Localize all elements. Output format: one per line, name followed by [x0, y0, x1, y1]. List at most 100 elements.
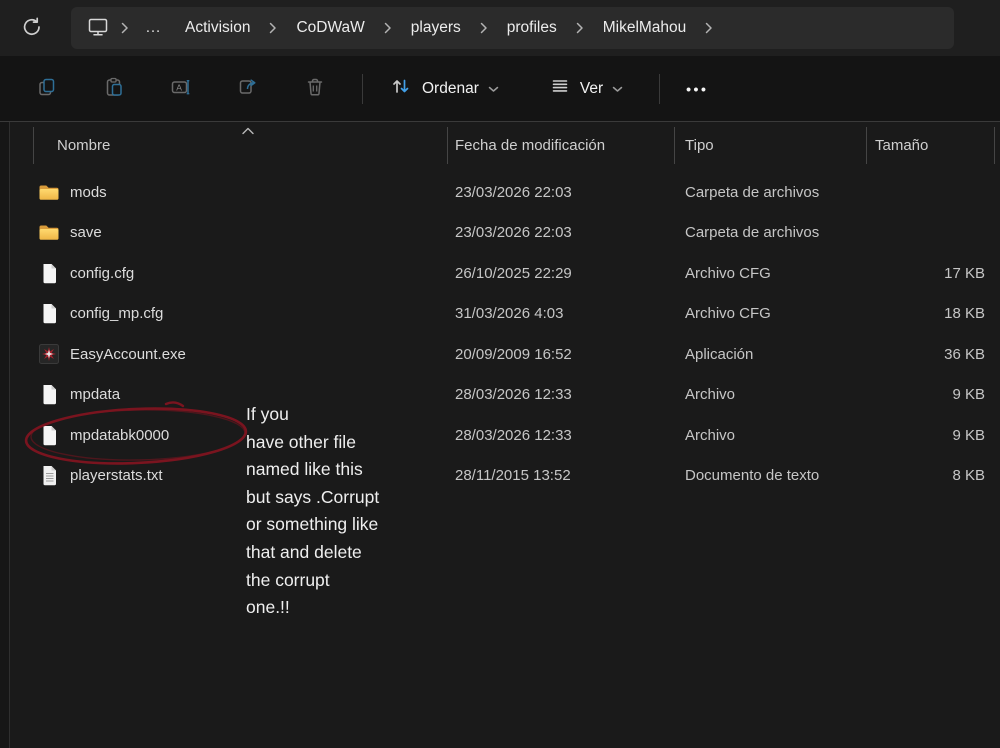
share-button[interactable] — [228, 69, 268, 109]
file-explorer-window: … Activision CoDWaW players profiles Mik… — [0, 0, 1000, 748]
file-row-mpdata[interactable]: mpdata 28/03/2026 12:33 Archivo 9 KB — [10, 375, 995, 416]
chevron-right-icon — [121, 22, 129, 34]
sort-dropdown-button[interactable]: Ordenar — [377, 66, 511, 111]
column-header-name[interactable]: Nombre — [10, 137, 447, 154]
column-header-date[interactable]: Fecha de modificación — [447, 137, 674, 154]
see-more-button[interactable]: ••• — [672, 71, 722, 107]
file-icon — [38, 384, 60, 405]
file-name: save — [70, 224, 102, 241]
text-file-icon — [38, 465, 60, 486]
file-row-easyaccount-exe[interactable]: EasyAccount.exe 20/09/2009 16:52 Aplicac… — [10, 334, 995, 375]
file-date: 28/11/2015 13:52 — [447, 467, 674, 484]
column-header-type[interactable]: Tipo — [674, 137, 866, 154]
paste-icon — [103, 76, 125, 101]
breadcrumb-item-mikelmahou[interactable]: MikelMahou — [590, 15, 700, 41]
file-type: Archivo CFG — [674, 265, 866, 282]
breadcrumb: … Activision CoDWaW players profiles Mik… — [71, 7, 954, 49]
note-line: If you — [246, 401, 456, 429]
file-rows: mods 23/03/2026 22:03 Carpeta de archivo… — [10, 172, 995, 496]
sort-icon — [389, 74, 413, 103]
column-resize-handle[interactable] — [994, 127, 995, 164]
refresh-icon — [20, 15, 44, 42]
command-toolbar: A — [0, 56, 1000, 122]
file-date: 31/03/2026 4:03 — [447, 305, 674, 322]
file-size: 36 KB — [866, 346, 994, 363]
rename-button[interactable]: A — [161, 69, 201, 109]
file-row-mpdatabk0000[interactable]: mpdatabk0000 28/03/2026 12:33 Archivo 9 … — [10, 415, 995, 456]
chevron-right-icon — [384, 22, 392, 34]
column-resize-handle[interactable] — [866, 127, 867, 164]
application-exe-icon — [38, 344, 60, 364]
note-line: that and delete — [246, 539, 456, 567]
chevron-right-icon — [269, 22, 277, 34]
column-header-size[interactable]: Tamaño — [866, 137, 994, 154]
file-size: 8 KB — [866, 467, 994, 484]
file-row-config-cfg[interactable]: config.cfg 26/10/2025 22:29 Archivo CFG … — [10, 253, 995, 294]
chevron-down-icon — [488, 80, 499, 98]
file-row-mods[interactable]: mods 23/03/2026 22:03 Carpeta de archivo… — [10, 172, 995, 213]
file-type: Archivo — [674, 386, 866, 403]
file-type: Documento de texto — [674, 467, 866, 484]
breadcrumb-item-profiles[interactable]: profiles — [494, 15, 570, 41]
column-resize-handle[interactable] — [447, 127, 448, 164]
file-size: 17 KB — [866, 265, 994, 282]
note-line: named like this — [246, 456, 456, 484]
delete-button[interactable] — [295, 69, 335, 109]
address-bar: … Activision CoDWaW players profiles Mik… — [0, 0, 1000, 56]
folder-icon — [38, 223, 60, 242]
view-details-icon — [549, 75, 571, 102]
file-type: Carpeta de archivos — [674, 224, 866, 241]
file-date: 23/03/2026 22:03 — [447, 224, 674, 241]
rename-icon: A — [170, 76, 192, 101]
note-line: but says .Corrupt — [246, 484, 456, 512]
chevron-down-icon — [612, 80, 623, 98]
file-date: 20/09/2009 16:52 — [447, 346, 674, 363]
breadcrumb-item-codwaw[interactable]: CoDWaW — [283, 15, 377, 41]
file-row-config-mp-cfg[interactable]: config_mp.cfg 31/03/2026 4:03 Archivo CF… — [10, 294, 995, 335]
toolbar-divider — [659, 74, 660, 104]
file-icon — [38, 425, 60, 446]
sort-label: Ordenar — [422, 80, 479, 98]
file-name: mpdata — [70, 386, 120, 403]
file-name: config_mp.cfg — [70, 305, 163, 322]
refresh-button[interactable] — [17, 13, 47, 43]
file-type: Archivo — [674, 427, 866, 444]
file-type: Carpeta de archivos — [674, 184, 866, 201]
file-row-save[interactable]: save 23/03/2026 22:03 Carpeta de archivo… — [10, 213, 995, 254]
file-size: 18 KB — [866, 305, 994, 322]
chevron-right-icon — [576, 22, 584, 34]
file-list-pane: Nombre Fecha de modificación Tipo Tamaño — [0, 122, 1000, 748]
copy-button[interactable] — [27, 69, 67, 109]
file-row-playerstats-txt[interactable]: playerstats.txt 28/11/2015 13:52 Documen… — [10, 456, 995, 497]
file-type: Aplicación — [674, 346, 866, 363]
column-header-row: Nombre Fecha de modificación Tipo Tamaño — [10, 122, 995, 168]
view-dropdown-button[interactable]: Ver — [537, 67, 635, 110]
copy-icon — [36, 76, 58, 101]
breadcrumb-item-players[interactable]: players — [398, 15, 474, 41]
note-line: or something like — [246, 511, 456, 539]
view-label: Ver — [580, 80, 603, 98]
share-icon — [237, 76, 259, 101]
file-name: EasyAccount.exe — [70, 346, 186, 363]
pane-divider[interactable] — [0, 122, 10, 748]
column-resize-handle[interactable] — [33, 127, 34, 164]
breadcrumb-overflow-button[interactable]: … — [135, 19, 172, 37]
file-date: 28/03/2026 12:33 — [447, 427, 674, 444]
file-date: 23/03/2026 22:03 — [447, 184, 674, 201]
file-type: Archivo CFG — [674, 305, 866, 322]
paste-button[interactable] — [94, 69, 134, 109]
file-date: 28/03/2026 12:33 — [447, 386, 674, 403]
breadcrumb-root-this-pc[interactable] — [81, 13, 115, 43]
chevron-right-icon — [480, 22, 488, 34]
file-icon — [38, 303, 60, 324]
breadcrumb-item-activision[interactable]: Activision — [172, 15, 263, 41]
file-name: mods — [70, 184, 107, 201]
details-view: Nombre Fecha de modificación Tipo Tamaño — [10, 122, 995, 496]
folder-icon — [38, 183, 60, 202]
column-resize-handle[interactable] — [674, 127, 675, 164]
file-name: config.cfg — [70, 265, 134, 282]
note-line: one.!! — [246, 594, 456, 622]
overlay-note: If you have other file named like this b… — [246, 401, 456, 622]
file-name: playerstats.txt — [70, 467, 163, 484]
file-date: 26/10/2025 22:29 — [447, 265, 674, 282]
